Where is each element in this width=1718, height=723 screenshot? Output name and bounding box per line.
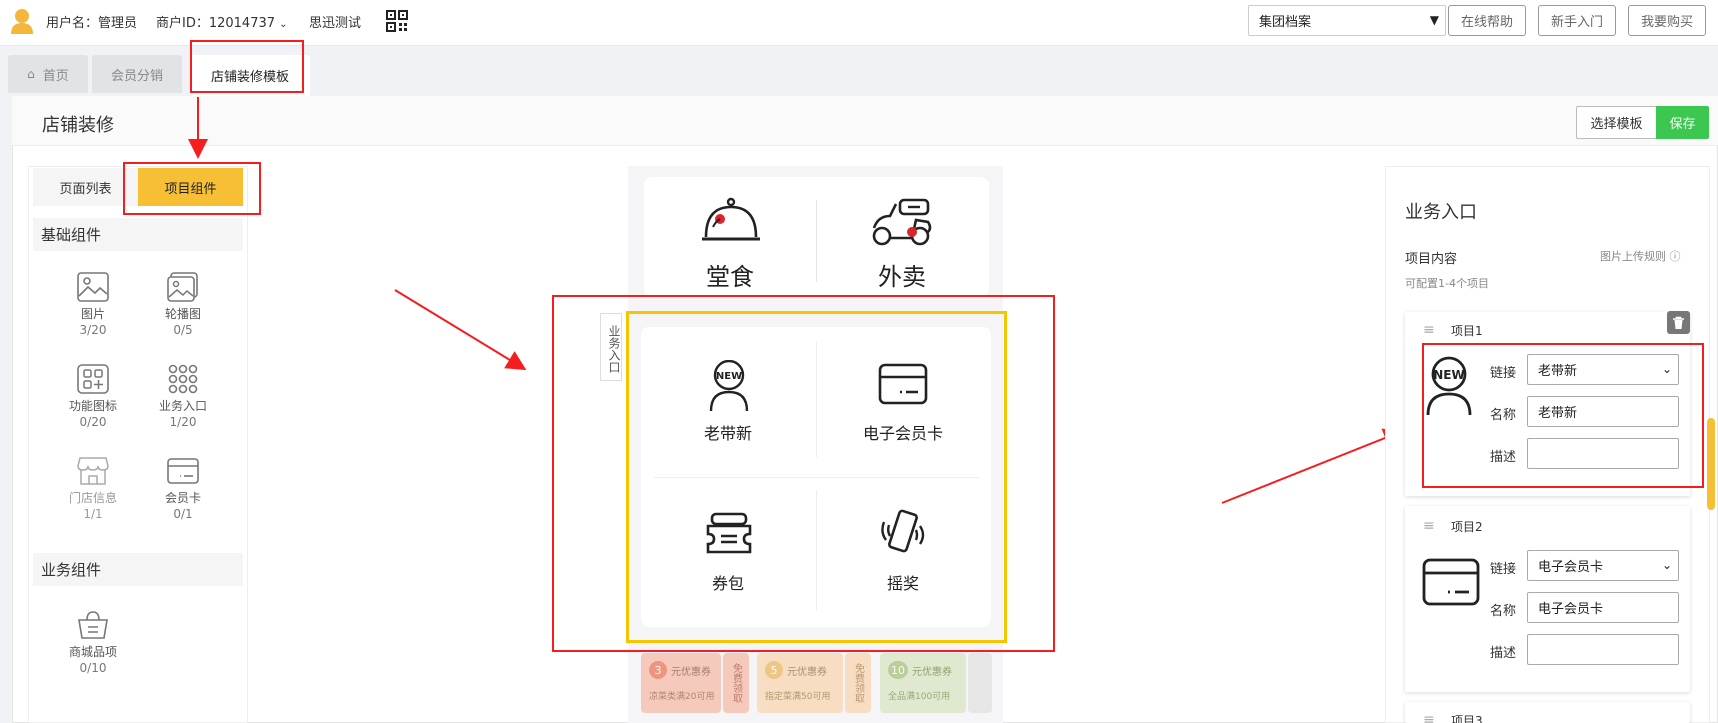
delivery-icon	[870, 198, 936, 248]
coupon-number: 5	[765, 661, 783, 679]
link-select-value: 电子会员卡	[1538, 560, 1604, 575]
coupon-side[interactable]: 免费领取	[845, 653, 871, 713]
drag-handle-icon[interactable]: ≡	[1423, 518, 1435, 534]
content-label: 项目内容	[1405, 252, 1458, 267]
annotation-box-item1	[1422, 343, 1704, 488]
dine-in-icon	[700, 197, 762, 247]
desc-input[interactable]	[1527, 634, 1679, 665]
coupon-card[interactable]: 5 元优惠券 指定菜满50可用	[757, 653, 843, 713]
coupon-card[interactable]: 10 元优惠券 全品满100可用	[880, 653, 966, 713]
coupon-side[interactable]: 免费领取	[723, 653, 749, 713]
delete-button[interactable]	[1667, 311, 1690, 334]
config-hint: 可配置1-4个项目	[1405, 277, 1489, 290]
coupon-sub: 全品满100可用	[888, 692, 951, 702]
coupon-sub: 凉菜类满20可用	[649, 692, 715, 702]
item-title: 项目3	[1451, 714, 1483, 723]
card-icon[interactable]	[1422, 558, 1480, 606]
coupon-side[interactable]	[968, 653, 992, 713]
upload-rule-link[interactable]: 图片上传规则 ⓘ	[1600, 248, 1681, 264]
coupon-number: 3	[649, 661, 667, 679]
delivery-label[interactable]: 外卖	[852, 257, 952, 292]
coupon-number: 10	[888, 661, 908, 679]
coupon-title: 元优惠券	[912, 667, 952, 678]
panel-title: 业务入口	[1405, 202, 1477, 223]
trash-icon	[1673, 316, 1684, 329]
dine-in-label[interactable]: 堂食	[680, 257, 780, 292]
coupon-card[interactable]: 3 元优惠券 凉菜类满20可用	[641, 653, 721, 713]
chevron-down-icon: ⌄	[1661, 558, 1672, 572]
divider	[816, 200, 817, 282]
item-card-3	[1405, 702, 1690, 723]
field-desc-label: 描述	[1490, 646, 1517, 661]
drag-handle-icon[interactable]: ≡	[1423, 322, 1435, 338]
coupon-sub: 指定菜满50可用	[765, 692, 831, 702]
link-select[interactable]: 电子会员卡 ⌄	[1527, 550, 1679, 581]
scrollbar-thumb[interactable]	[1707, 418, 1715, 510]
upload-rule-text: 图片上传规则	[1600, 250, 1666, 263]
item-title: 项目2	[1451, 520, 1483, 534]
field-link-label: 链接	[1490, 562, 1517, 577]
help-circle-icon: ⓘ	[1669, 250, 1681, 263]
item-title: 项目1	[1451, 324, 1483, 338]
coupon-title: 元优惠券	[671, 667, 711, 678]
drag-handle-icon[interactable]: ≡	[1423, 712, 1435, 723]
annotation-box-preview	[552, 295, 1055, 652]
name-input[interactable]: 电子会员卡	[1527, 592, 1679, 623]
field-name-label: 名称	[1490, 604, 1517, 619]
coupon-title: 元优惠券	[787, 667, 827, 678]
